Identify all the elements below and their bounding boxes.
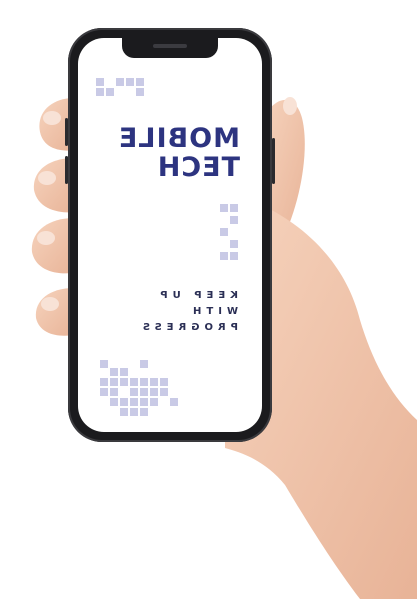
- scene: MOBILE TECH KEEP UP WITH PROGRESS: [0, 0, 417, 599]
- tagline-line-2: WITH: [188, 306, 238, 317]
- power-button: [272, 138, 275, 184]
- mirrored-screen-content: MOBILE TECH KEEP UP WITH PROGRESS: [78, 38, 262, 432]
- title-line-2: TECH: [156, 152, 240, 183]
- screen-title: MOBILE TECH: [117, 123, 240, 183]
- title-line-1: MOBILE: [117, 123, 240, 154]
- screen-tagline: KEEP UP WITH PROGRESS: [138, 288, 238, 336]
- volume-button: [65, 118, 68, 146]
- tagline-line-1: KEEP UP: [155, 290, 238, 301]
- tagline-line-3: PROGRESS: [137, 322, 238, 333]
- smartphone: MOBILE TECH KEEP UP WITH PROGRESS: [65, 28, 275, 442]
- phone-screen: MOBILE TECH KEEP UP WITH PROGRESS: [78, 38, 262, 432]
- volume-button: [65, 156, 68, 184]
